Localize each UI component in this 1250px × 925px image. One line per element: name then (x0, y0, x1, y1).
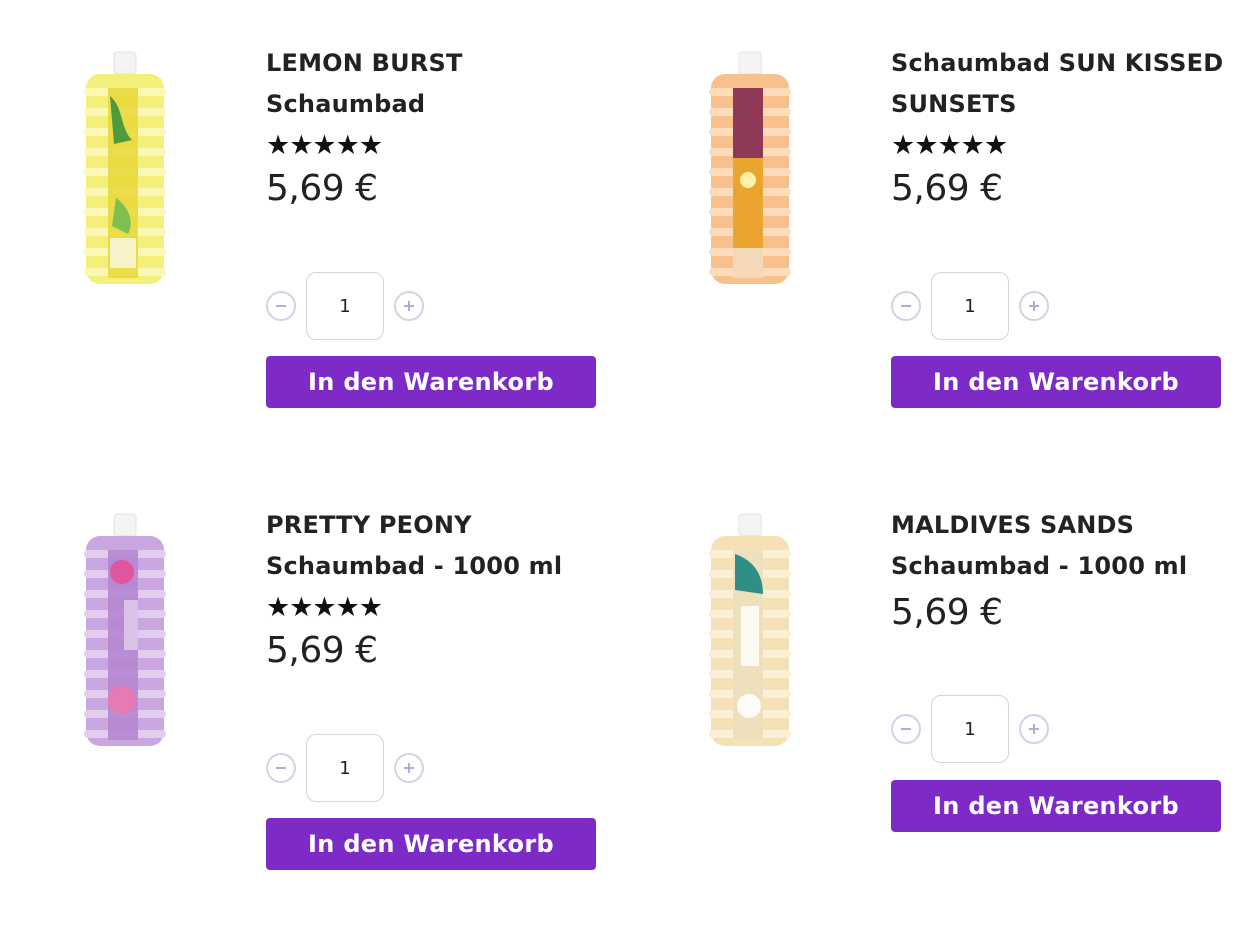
decrease-quantity-button[interactable] (891, 714, 921, 744)
decrease-quantity-button[interactable] (266, 291, 296, 321)
minus-icon (276, 767, 286, 769)
decrease-quantity-button[interactable] (891, 291, 921, 321)
product-name-line1[interactable]: Schaumbad SUN KISSED (891, 43, 1241, 84)
product-name-line2[interactable]: Schaumbad - 1000 ml (266, 546, 616, 587)
product-name-line2[interactable]: Schaumbad - 1000 ml (891, 546, 1241, 587)
quantity-stepper (891, 695, 1049, 763)
decrease-quantity-button[interactable] (266, 753, 296, 783)
add-to-cart-button[interactable]: In den Warenkorb (266, 356, 596, 408)
product-name-line2[interactable]: Schaumbad (266, 84, 616, 125)
quantity-input[interactable] (306, 272, 384, 340)
product-image-maldives-sands[interactable] (705, 510, 795, 750)
add-to-cart-button[interactable]: In den Warenkorb (891, 356, 1221, 408)
minus-icon (901, 305, 911, 307)
product-name-line1[interactable]: MALDIVES SANDS (891, 505, 1241, 546)
bubble-bath-bottle-icon (709, 51, 791, 284)
plus-icon (404, 763, 414, 773)
product-info: PRETTY PEONY Schaumbad - 1000 ml ★★★★★ 5… (266, 505, 616, 673)
product-info: Schaumbad SUN KISSED SUNSETS ★★★★★ 5,69 … (891, 43, 1241, 211)
quantity-stepper (891, 272, 1049, 340)
product-image-lemon-burst[interactable] (80, 48, 170, 288)
rating-stars: ★★★★★ (266, 592, 383, 623)
product-card-maldives-sands: MALDIVES SANDS Schaumbad - 1000 ml 5,69 … (625, 462, 1250, 924)
minus-icon (901, 728, 911, 730)
product-name-line2[interactable]: SUNSETS (891, 84, 1241, 125)
product-card-pretty-peony: PRETTY PEONY Schaumbad - 1000 ml ★★★★★ 5… (0, 462, 625, 924)
plus-icon (1029, 301, 1039, 311)
product-price: 5,69 € (891, 592, 1003, 633)
increase-quantity-button[interactable] (394, 291, 424, 321)
bubble-bath-bottle-icon (709, 513, 791, 746)
quantity-input[interactable] (931, 272, 1009, 340)
add-to-cart-button[interactable]: In den Warenkorb (266, 818, 596, 870)
rating-stars: ★★★★★ (266, 130, 383, 161)
product-price: 5,69 € (266, 168, 378, 209)
add-to-cart-button[interactable]: In den Warenkorb (891, 780, 1221, 832)
plus-icon (1029, 724, 1039, 734)
product-info: MALDIVES SANDS Schaumbad - 1000 ml 5,69 … (891, 505, 1241, 635)
quantity-stepper (266, 272, 424, 340)
increase-quantity-button[interactable] (1019, 291, 1049, 321)
minus-icon (276, 305, 286, 307)
product-price: 5,69 € (891, 168, 1003, 209)
plus-icon (404, 301, 414, 311)
rating-stars: ★★★★★ (891, 130, 1008, 161)
quantity-input[interactable] (931, 695, 1009, 763)
increase-quantity-button[interactable] (394, 753, 424, 783)
product-info: LEMON BURST Schaumbad ★★★★★ 5,69 € (266, 43, 616, 211)
product-card-lemon-burst: LEMON BURST Schaumbad ★★★★★ 5,69 € In de… (0, 0, 625, 462)
product-name-line1[interactable]: PRETTY PEONY (266, 505, 616, 546)
product-image-sun-kissed-sunsets[interactable] (705, 48, 795, 288)
product-card-sun-kissed-sunsets: Schaumbad SUN KISSED SUNSETS ★★★★★ 5,69 … (625, 0, 1250, 462)
bubble-bath-bottle-icon (84, 51, 166, 284)
bubble-bath-bottle-icon (84, 513, 166, 746)
product-price: 5,69 € (266, 630, 378, 671)
product-name-line1[interactable]: LEMON BURST (266, 43, 616, 84)
product-image-pretty-peony[interactable] (80, 510, 170, 750)
quantity-input[interactable] (306, 734, 384, 802)
quantity-stepper (266, 734, 424, 802)
increase-quantity-button[interactable] (1019, 714, 1049, 744)
